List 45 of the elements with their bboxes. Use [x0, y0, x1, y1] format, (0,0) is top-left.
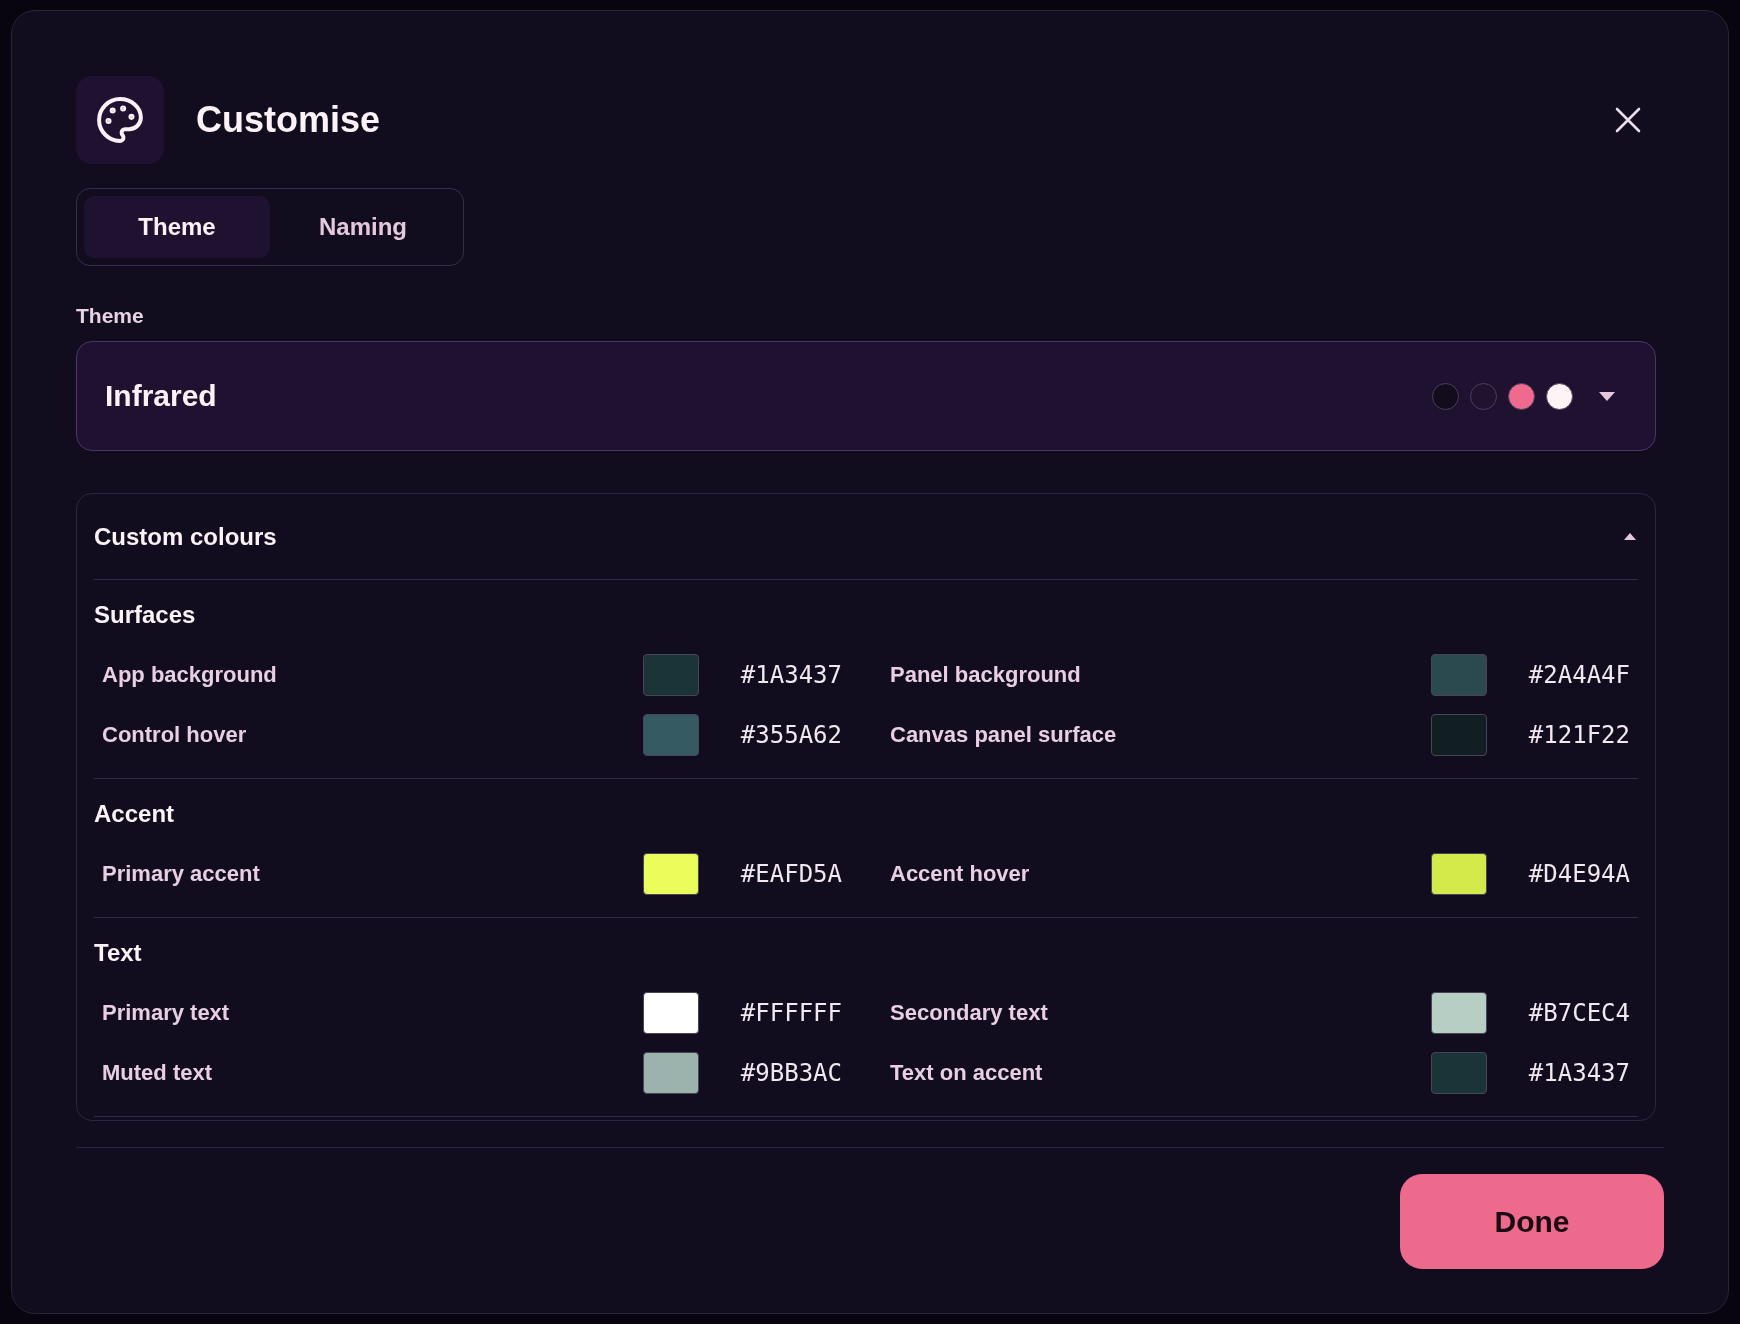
hex-value: #2A4A4F [1528, 661, 1630, 689]
swatch-icon[interactable] [642, 654, 699, 696]
colour-label: App background [102, 662, 277, 687]
caret-down-icon [1599, 391, 1615, 401]
swatch-icon[interactable] [1430, 1052, 1487, 1094]
colour-label: Panel background [890, 662, 1081, 687]
swatch-icon[interactable] [1430, 654, 1487, 696]
tab[interactable]: Naming [270, 196, 456, 258]
colour-label: Text on accent [890, 1060, 1043, 1085]
hex-value: #D4E94A [1528, 860, 1630, 888]
swatch-icon[interactable] [642, 1052, 699, 1094]
caret-up-icon [1624, 533, 1636, 540]
colour-label: Control hover [102, 722, 247, 747]
colour-label: Muted text [102, 1060, 212, 1085]
colour-label: Primary text [102, 1000, 230, 1025]
colour-label: Secondary text [890, 1000, 1048, 1025]
colour-label: Primary accent [102, 861, 260, 886]
swatch-icon[interactable] [642, 714, 699, 756]
dialog-title: Customise [196, 99, 382, 141]
hex-value: #121F22 [1528, 721, 1630, 749]
theme-select[interactable]: Infrared [76, 341, 1656, 451]
group-heading: Text [94, 939, 142, 967]
colour-label: Canvas panel surface [890, 722, 1117, 747]
swatch-icon[interactable] [1430, 992, 1487, 1034]
swatch-icon[interactable] [642, 853, 699, 895]
close-icon [1615, 107, 1641, 133]
hex-value: #FFFFFF [740, 999, 842, 1027]
hex-value: #9BB3AC [740, 1059, 842, 1087]
hex-value: #1A3437 [740, 661, 842, 689]
section-toggle[interactable]: Custom colours [94, 494, 1638, 580]
tab[interactable]: Theme [84, 196, 270, 258]
done-button[interactable]: Done [1400, 1174, 1664, 1269]
hex-value: #EAFD5A [740, 860, 842, 888]
swatch-icon[interactable] [642, 992, 699, 1034]
swatch-icon[interactable] [1430, 853, 1487, 895]
hex-value: #1A3437 [1528, 1059, 1630, 1087]
swatch-icon[interactable] [1430, 714, 1487, 756]
group-heading: Surfaces [94, 601, 196, 629]
colour-label: Accent hover [890, 861, 1030, 886]
field-label: Theme [76, 303, 144, 329]
close-button[interactable] [1615, 107, 1641, 133]
hex-value: #355A62 [740, 721, 842, 749]
group-heading: Accent [94, 800, 175, 828]
palette-icon [76, 76, 164, 164]
hex-value: #B7CEC4 [1528, 999, 1630, 1027]
